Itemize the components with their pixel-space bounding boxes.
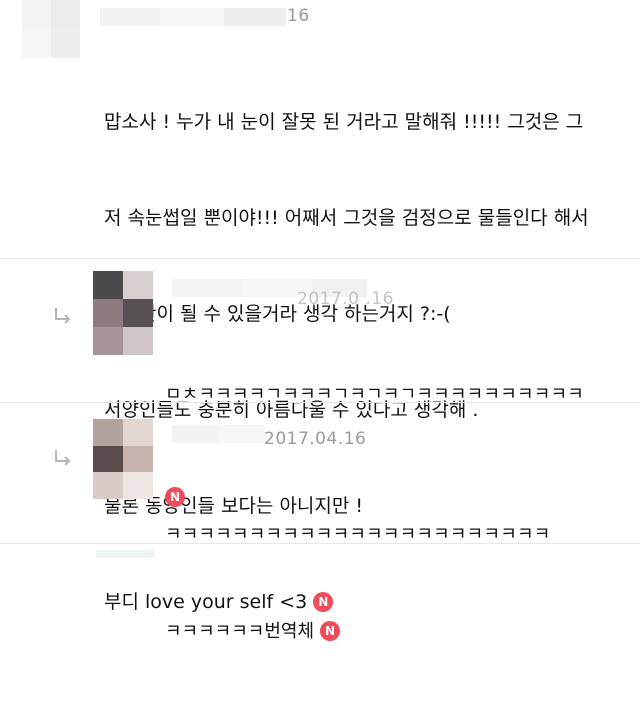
author-name-blurred — [172, 425, 264, 443]
comment-date: 16 — [287, 6, 310, 26]
comment-line-last: ㅋㅋㅋㅋㅋㅋ번역체 N — [165, 615, 635, 648]
comment-line: 맙소사 ! 누가 내 눈이 잘못 된 거라고 말해줘 !!!!! 그것은 그 — [104, 111, 584, 133]
reply-arrow-icon — [55, 308, 71, 324]
next-comment-avatar-partial — [96, 550, 154, 558]
avatar[interactable] — [93, 419, 153, 499]
reply-comment: 2017.04.16 ㅋㅋㅋㅋㅋㅋㅋㅋㅋㅋㅋㅋㅋㅋㅋㅋㅋㅋㅋㅋㅋㅋㅋ ㅋㅋㅋㅋㅋ… — [0, 403, 640, 642]
reply-arrow-icon — [55, 450, 71, 466]
comment-line: ㅋㅋㅋㅋㅋㅋㅋㅋㅋㅋㅋㅋㅋㅋㅋㅋㅋㅋㅋㅋㅋㅋㅋ — [165, 524, 551, 545]
comment-date: 2017.0 .16 — [297, 289, 394, 309]
reply-comment: 2017.0 .16 ㅁㅊㅋㅋㅋㅋㄱㅋㅋㅋㄱㅋㄱㅋㄱㅋㅋㅋㅋㅋㅋㅋㅋㅋㅋ N — [0, 259, 640, 507]
comment: 16 맙소사 ! 누가 내 눈이 잘못 된 거라고 말해줘 !!!!! 그것은 … — [0, 0, 640, 613]
comment-line: 저 속눈썹일 뿐이야!!! 어째서 그것을 검정으로 물들인다 해서 — [104, 207, 589, 229]
new-badge: N — [320, 621, 341, 641]
avatar[interactable] — [22, 0, 80, 58]
comment-thread: 16 맙소사 ! 누가 내 눈이 잘못 된 거라고 말해줘 !!!!! 그것은 … — [0, 0, 640, 642]
comment-line: ㅋㅋㅋㅋㅋㅋ번역체 — [165, 621, 315, 642]
comment-text: ㅋㅋㅋㅋㅋㅋㅋㅋㅋㅋㅋㅋㅋㅋㅋㅋㅋㅋㅋㅋㅋㅋㅋ ㅋㅋㅋㅋㅋㅋ번역체 N — [165, 455, 635, 712]
comment-date: 2017.04.16 — [264, 429, 367, 449]
author-name-blurred — [100, 8, 286, 26]
divider — [0, 543, 640, 544]
avatar[interactable] — [93, 271, 153, 355]
